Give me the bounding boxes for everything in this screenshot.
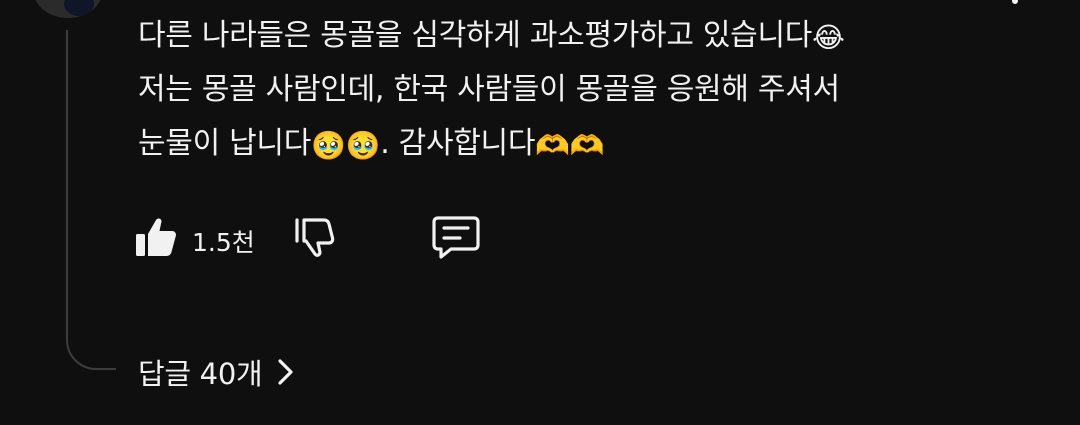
- pleading-face-emoji: 🥹🥹: [311, 129, 381, 162]
- comment-line: 눈물이 납니다🥹🥹. 감사합니다🫶🫶: [138, 117, 1018, 171]
- dislike-button[interactable]: [292, 214, 336, 260]
- comment-text: 다른 나라들은 몽골을 심각하게 과소평가하고 있습니다😂 저는 몽골 사람인데…: [138, 9, 1018, 171]
- like-count: 1.5천: [192, 228, 255, 257]
- comment-line-text: 다른 나라들은 몽골을 심각하게 과소평가하고 있습니다: [138, 18, 813, 53]
- thumbs-down-icon: [295, 218, 335, 257]
- view-replies-button[interactable]: 답글 40개: [138, 350, 296, 394]
- comment-line-text: . 감사합니다: [380, 126, 536, 161]
- commenter-avatar[interactable]: [34, 0, 102, 18]
- like-button[interactable]: [134, 214, 178, 260]
- thumbs-up-icon: [136, 218, 176, 256]
- replies-count-label: 답글 40개: [138, 357, 263, 391]
- comment-line: 다른 나라들은 몽골을 심각하게 과소평가하고 있습니다😂: [138, 9, 1018, 63]
- comment-line-text: 저는 몽골 사람인데, 한국 사람들이 몽골을 응원해 주셔서: [138, 72, 840, 107]
- comment-line: 저는 몽골 사람인데, 한국 사람들이 몽골을 응원해 주셔서: [138, 63, 1018, 117]
- reply-button[interactable]: [430, 214, 482, 260]
- reply-thread-line: [66, 30, 116, 370]
- comment-line-text: 눈물이 납니다: [138, 126, 312, 161]
- chevron-right-icon: [278, 359, 293, 385]
- heart-hands-emoji: 🫶🫶: [535, 129, 605, 162]
- more-options-icon[interactable]: [1012, 0, 1018, 4]
- comment-reply-icon: [432, 216, 480, 259]
- tears-of-joy-emoji: 😂: [812, 21, 845, 54]
